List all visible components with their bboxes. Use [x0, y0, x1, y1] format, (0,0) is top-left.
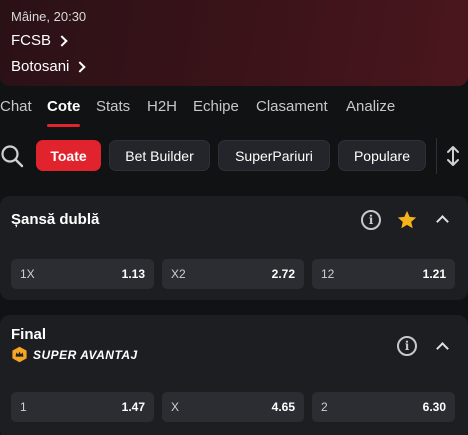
odd-value: 2.72 — [271, 267, 295, 281]
info-icon[interactable]: i — [397, 336, 417, 356]
filter-bet-builder[interactable]: Bet Builder — [109, 140, 210, 171]
collapse-icon[interactable] — [436, 215, 449, 228]
odd-label: 12 — [321, 267, 335, 281]
odd-button-2[interactable]: 2 6.30 — [312, 392, 455, 422]
market-title: Final — [11, 326, 47, 343]
info-glyph: i — [404, 339, 410, 353]
odd-value: 6.30 — [422, 400, 446, 414]
market-card-final: Final i 1 1.47 X 4.65 2 6.30 — [0, 315, 468, 435]
odd-value: 1.13 — [121, 267, 145, 281]
odd-button-x2[interactable]: X2 2.72 — [162, 259, 304, 289]
super-avantaj-badge: SUPER AVANTAJ — [11, 346, 138, 363]
odd-label: 1 — [20, 400, 27, 414]
divider — [436, 138, 437, 174]
tab-cote[interactable]: Cote — [47, 98, 80, 115]
match-time: Mâine, 20:30 — [11, 9, 87, 24]
odd-value: 4.65 — [271, 400, 295, 414]
market-card-sansa-dubla: Șansă dublă i 1X 1.13 X2 2.72 12 1.21 — [0, 196, 468, 300]
odd-label: 1X — [20, 267, 35, 281]
odd-button-x[interactable]: X 4.65 — [162, 392, 304, 422]
market-filters: Toate Bet Builder SuperPariuri Populare — [0, 138, 468, 174]
super-avantaj-text: SUPER AVANTAJ — [33, 347, 138, 362]
tab-h2h[interactable]: H2H — [147, 98, 177, 115]
home-team-name: FCSB — [11, 32, 52, 49]
tab-chat[interactable]: Chat — [0, 98, 32, 115]
filter-populare[interactable]: Populare — [338, 140, 426, 171]
tab-analize[interactable]: Analize — [346, 98, 395, 115]
crown-badge-icon — [12, 346, 27, 363]
collapse-icon[interactable] — [436, 342, 449, 355]
odd-label: X — [171, 400, 180, 414]
odd-value: 1.47 — [121, 400, 145, 414]
search-icon[interactable] — [0, 144, 24, 168]
tab-stats[interactable]: Stats — [96, 98, 130, 115]
match-tabs: Chat Cote Stats H2H Echipe Clasament Ana… — [0, 88, 468, 128]
match-header: Mâine, 20:30 FCSB Botosani — [0, 0, 468, 86]
sort-icon[interactable] — [444, 144, 462, 168]
chevron-right-icon — [56, 35, 68, 47]
odd-label: X2 — [171, 267, 186, 281]
star-icon[interactable] — [396, 209, 418, 231]
filter-toate[interactable]: Toate — [36, 140, 101, 171]
odd-button-12[interactable]: 12 1.21 — [312, 259, 455, 289]
away-team-link[interactable]: Botosani — [11, 58, 87, 75]
info-icon[interactable]: i — [361, 210, 381, 230]
market-title: Șansă dublă — [11, 211, 100, 228]
away-team-name: Botosani — [11, 58, 70, 75]
tab-clasament[interactable]: Clasament — [256, 98, 328, 115]
odd-label: 2 — [321, 400, 328, 414]
odd-button-1x[interactable]: 1X 1.13 — [11, 259, 154, 289]
chevron-right-icon — [74, 61, 87, 73]
home-team-link[interactable]: FCSB — [11, 32, 68, 49]
odd-button-1[interactable]: 1 1.47 — [11, 392, 154, 422]
active-tab-indicator — [47, 124, 80, 127]
odd-value: 1.21 — [422, 267, 446, 281]
info-glyph: i — [368, 213, 374, 227]
tab-echipe[interactable]: Echipe — [193, 98, 239, 115]
filter-superpariuri[interactable]: SuperPariuri — [218, 140, 330, 171]
